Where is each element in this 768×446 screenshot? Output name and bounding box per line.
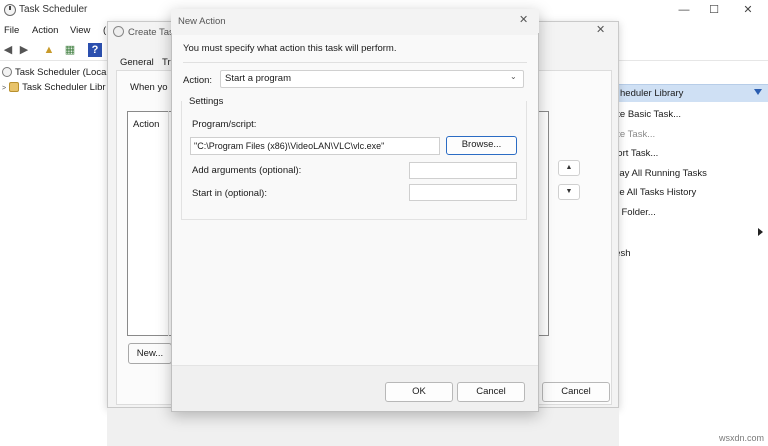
menu-view[interactable]: View	[70, 25, 90, 36]
create-task-icon	[113, 26, 124, 37]
instruction-text: You must specify what action this task w…	[183, 43, 397, 54]
program-script-label: Program/script:	[192, 119, 257, 130]
move-up-button[interactable]: ▲	[558, 160, 580, 176]
action-enable-history[interactable]: ble All Tasks History	[612, 187, 696, 198]
settings-label: Settings	[187, 96, 226, 107]
browse-button[interactable]: Browse...	[446, 136, 517, 155]
create-task-title: Create Tas	[128, 27, 174, 38]
action-label: Action:	[183, 75, 213, 86]
menu-action[interactable]: Action	[32, 25, 58, 36]
folder-up-icon[interactable]: ▲	[42, 43, 56, 57]
create-task-cancel-button[interactable]: Cancel	[542, 382, 610, 402]
clock-icon	[2, 67, 12, 77]
list-column-divider	[168, 111, 169, 336]
maximize-button[interactable]: ☐	[703, 2, 725, 18]
task-scheduler-icon	[4, 4, 16, 16]
new-action-cancel-button[interactable]: Cancel	[457, 382, 525, 402]
watermark: wsxdn.com	[718, 433, 764, 443]
close-button[interactable]: ✕	[737, 2, 759, 18]
forward-arrow-icon[interactable]: ▶	[17, 43, 31, 57]
action-create-basic-task[interactable]: ate Basic Task...	[612, 109, 681, 120]
new-action-button[interactable]: New...	[128, 343, 172, 364]
start-in-input[interactable]	[409, 184, 517, 201]
tree-item-local[interactable]: Task Scheduler (Local)	[2, 67, 112, 78]
console-tree	[0, 62, 106, 446]
actions-section-header[interactable]: heduler Library	[612, 84, 768, 102]
new-action-titlebar	[171, 9, 539, 33]
tab-general[interactable]: General	[120, 57, 154, 68]
collapse-arrow-icon[interactable]	[754, 89, 762, 95]
start-in-label: Start in (optional):	[192, 188, 267, 199]
actions-list-header[interactable]: Action	[133, 119, 159, 130]
menu-file[interactable]: File	[4, 25, 19, 36]
back-arrow-icon[interactable]: ◀	[1, 43, 15, 57]
action-select[interactable]: Start a program	[220, 70, 524, 88]
help-icon[interactable]: ?	[88, 43, 102, 57]
submenu-arrow-icon	[758, 228, 763, 236]
divider	[183, 62, 527, 63]
minimize-button[interactable]: —	[673, 2, 695, 18]
arguments-label: Add arguments (optional):	[192, 165, 302, 176]
ok-button[interactable]: OK	[385, 382, 453, 402]
new-action-title: New Action	[178, 16, 226, 27]
tab-triggers[interactable]: Tr	[162, 57, 171, 68]
tree-item-library[interactable]: > Task Scheduler Libr	[2, 82, 106, 93]
chevron-right-icon[interactable]: >	[2, 85, 6, 92]
arguments-input[interactable]	[409, 162, 517, 179]
menu-help-partial[interactable]: (	[103, 25, 106, 36]
chevron-down-icon[interactable]: ⌄	[510, 72, 517, 81]
action-display-running-tasks[interactable]: play All Running Tasks	[612, 168, 707, 179]
status-strip	[107, 408, 619, 446]
console-tree-icon[interactable]: ▦	[63, 43, 77, 57]
create-task-description: When yo	[130, 82, 168, 93]
folder-icon	[9, 82, 20, 92]
main-window-title: Task Scheduler	[19, 4, 88, 15]
create-task-close-icon[interactable]: ✕	[596, 23, 605, 36]
new-action-close-icon[interactable]: ✕	[519, 13, 528, 26]
program-script-input[interactable]: "C:\Program Files (x86)\VideoLAN\VLC\vlc…	[190, 137, 440, 155]
move-down-button[interactable]: ▼	[558, 184, 580, 200]
